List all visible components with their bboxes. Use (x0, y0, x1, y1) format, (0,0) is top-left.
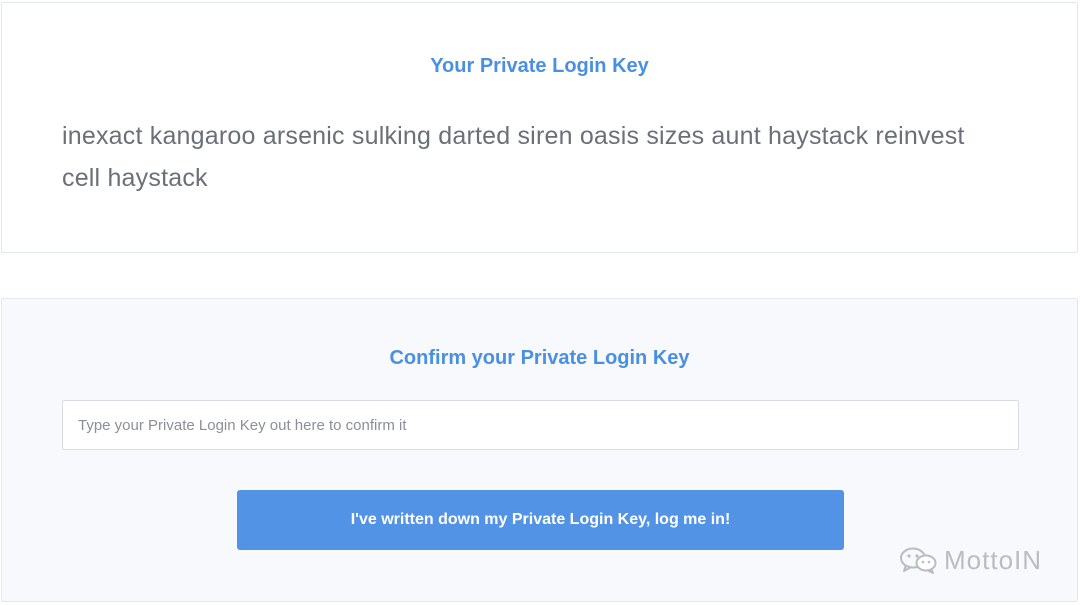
watermark-text: MottoIN (944, 544, 1043, 575)
wechat-icon (900, 547, 937, 574)
private-key-phrase: inexact kangaroo arsenic sulking darted … (62, 122, 965, 192)
watermark: MottoIN (898, 543, 1042, 577)
confirm-key-title: Confirm your Private Login Key (389, 347, 690, 369)
log-me-in-button[interactable]: I've written down my Private Login Key, … (237, 490, 844, 550)
confirm-key-input[interactable] (62, 400, 1019, 450)
private-key-title: Your Private Login Key (430, 55, 649, 77)
private-key-card: Your Private Login Key inexact kangaroo … (1, 2, 1078, 253)
